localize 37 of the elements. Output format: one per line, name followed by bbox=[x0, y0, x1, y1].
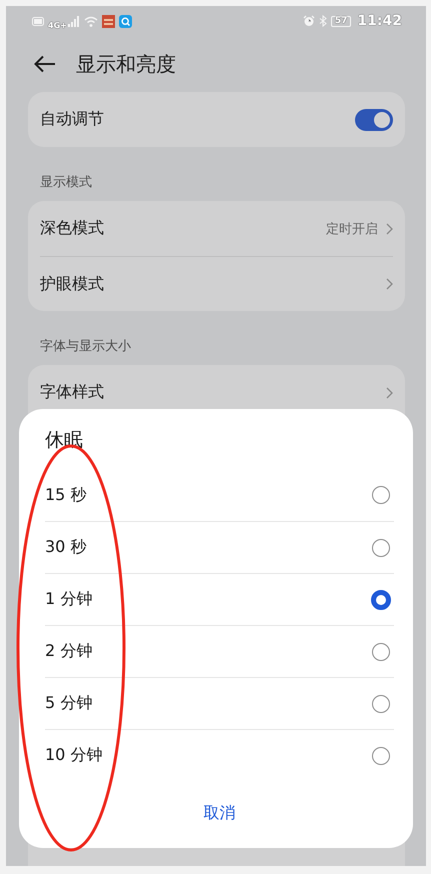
alarm-clock-icon bbox=[302, 15, 315, 27]
chevron-right-icon bbox=[386, 278, 393, 290]
cancel-button[interactable]: 取消 bbox=[196, 799, 244, 828]
hd-icon bbox=[32, 16, 44, 26]
page-title: 显示和亮度 bbox=[76, 50, 176, 78]
option-label[interactable]: 2 分钟 bbox=[45, 641, 92, 662]
back-button[interactable] bbox=[34, 55, 56, 73]
setting-label[interactable]: 深色模式 bbox=[40, 218, 104, 239]
battery-indicator: 57 bbox=[330, 16, 352, 26]
chevron-right-icon bbox=[386, 222, 393, 234]
chevron-right-icon bbox=[386, 386, 393, 398]
radio-button[interactable] bbox=[372, 642, 390, 660]
section-header: 显示模式 bbox=[39, 174, 93, 192]
radio-button[interactable] bbox=[371, 590, 391, 610]
radio-button[interactable] bbox=[372, 538, 390, 556]
bluetooth-icon bbox=[318, 15, 327, 27]
setting-label[interactable]: 护眼模式 bbox=[40, 274, 104, 294]
app-icon bbox=[102, 14, 115, 28]
option-label[interactable]: 30 秒 bbox=[45, 537, 86, 558]
search-icon bbox=[118, 14, 132, 28]
back-arrow-icon bbox=[34, 55, 56, 73]
option-label[interactable]: 10 分钟 bbox=[45, 745, 102, 766]
setting-value: 定时开启 bbox=[326, 220, 378, 238]
toggle-switch[interactable] bbox=[355, 108, 393, 130]
status-time: 11:42 bbox=[357, 13, 402, 29]
signal-icon bbox=[68, 16, 80, 26]
option-label[interactable]: 5 分钟 bbox=[45, 693, 92, 714]
option-label[interactable]: 15 秒 bbox=[45, 484, 86, 506]
radio-button[interactable] bbox=[372, 746, 390, 764]
network-label: 4G+ bbox=[48, 21, 67, 30]
setting-label[interactable]: 字体样式 bbox=[40, 382, 104, 403]
radio-button[interactable] bbox=[372, 694, 390, 712]
setting-label: 自动调节 bbox=[40, 109, 104, 130]
section-header: 字体与显示大小 bbox=[39, 338, 132, 356]
option-label[interactable]: 1 分钟 bbox=[45, 589, 92, 610]
wifi-icon bbox=[84, 16, 98, 26]
radio-button[interactable] bbox=[372, 486, 390, 504]
